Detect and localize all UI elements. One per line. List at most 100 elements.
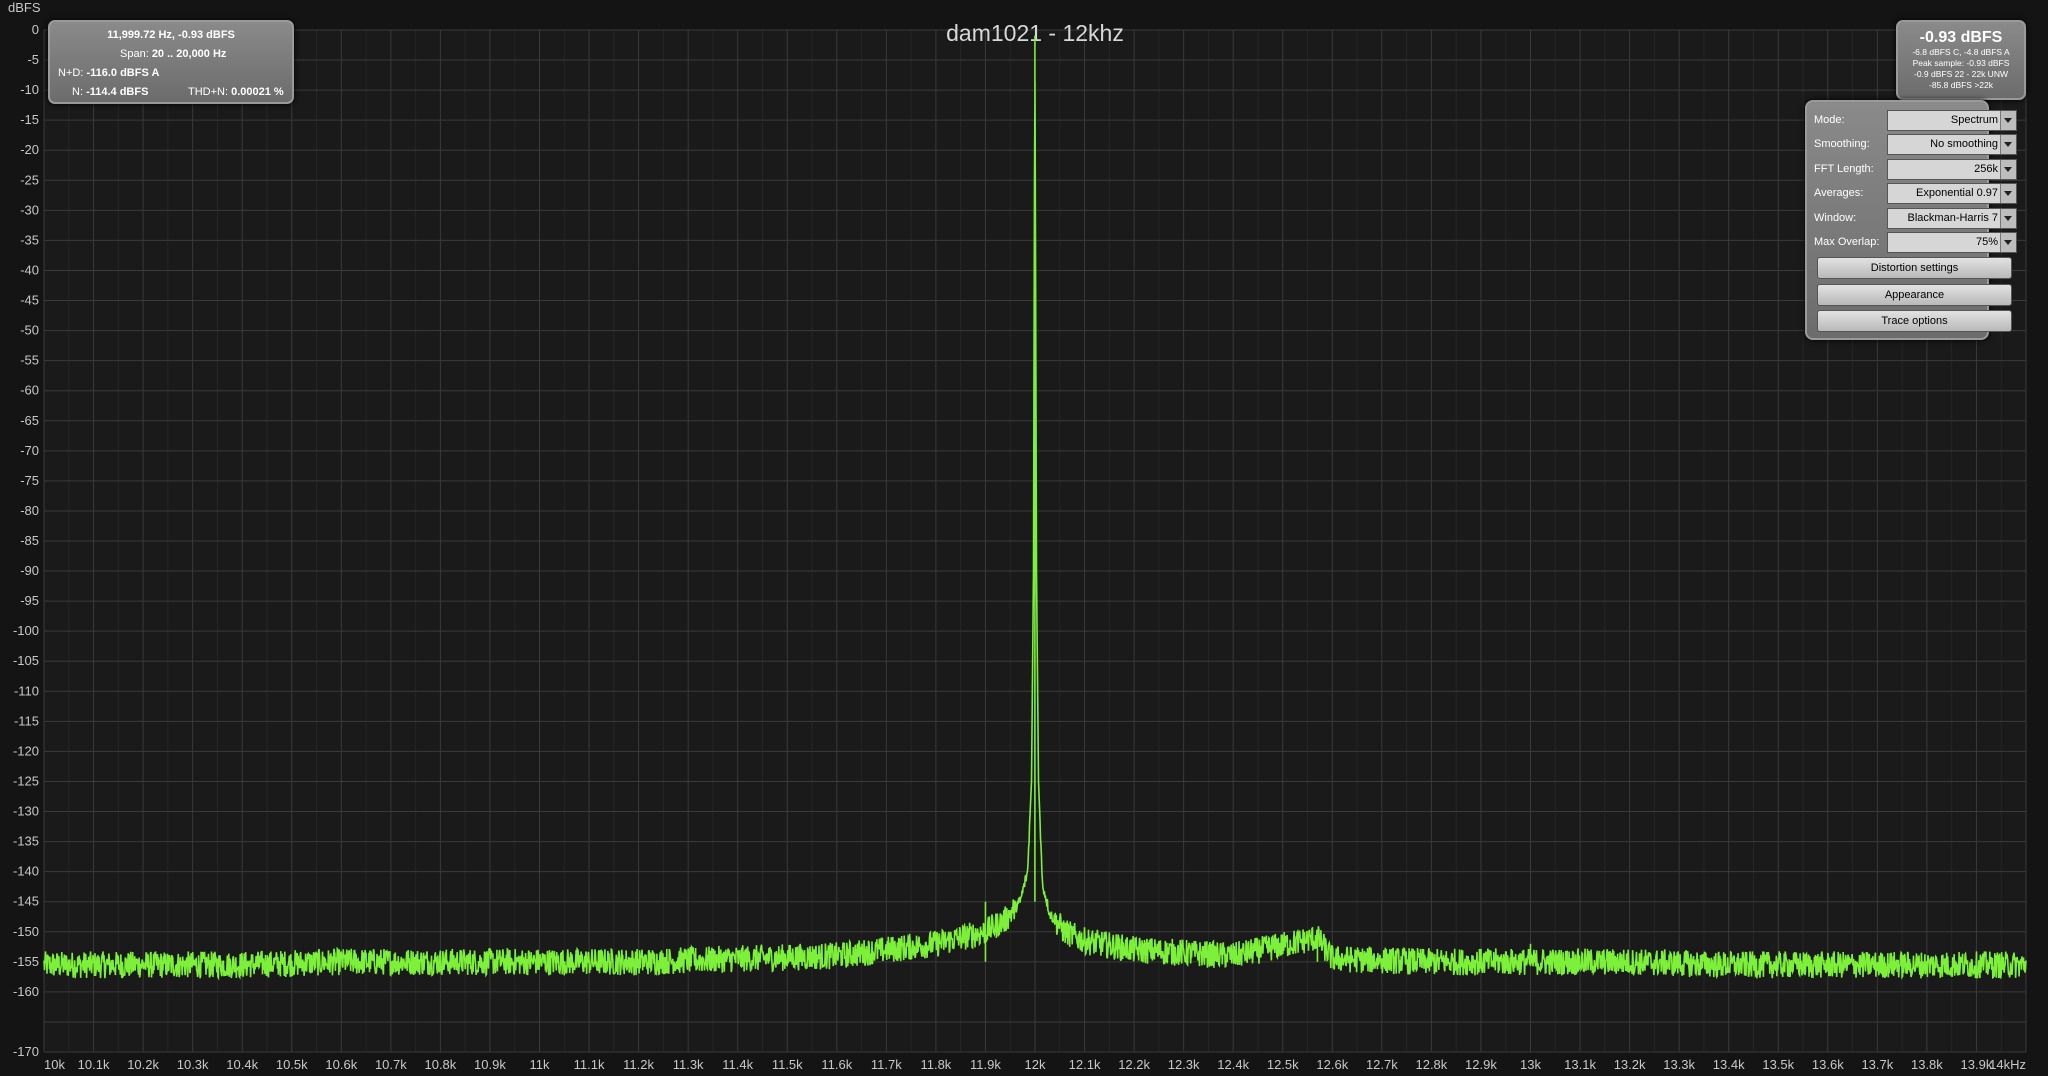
x-tick-label: 11.1k — [574, 1057, 605, 1072]
max-overlap-select[interactable]: 75% — [1887, 232, 2017, 253]
x-tick-label: 14kHz — [1989, 1057, 2026, 1072]
y-tick-label: -55 — [20, 353, 39, 368]
y-tick-label: -100 — [13, 623, 39, 638]
y-tick-label: -10 — [20, 82, 39, 97]
y-tick-label: -90 — [20, 563, 39, 578]
y-tick-label: -15 — [20, 112, 39, 127]
x-tick-label: 11.2k — [623, 1057, 654, 1072]
peak-level-box: -0.93 dBFS -6.8 dBFS C, -4.8 dBFS A Peak… — [1896, 20, 2026, 100]
x-tick-label: 13.6k — [1812, 1057, 1844, 1072]
y-tick-label: -145 — [13, 894, 39, 909]
cursor-readout: 11,999.72 Hz, -0.93 dBFS — [107, 29, 235, 41]
x-axis-ticks: 10k 10.1k 10.2k 10.3k 10.4k 10.5k 10.6k 10.7k 10… — [44, 1057, 2026, 1072]
y-tick-label: -160 — [13, 984, 39, 999]
nd-label: N+D: — [58, 67, 84, 79]
nd-value: -116.0 dBFS A — [86, 67, 160, 79]
x-tick-label: 13.4k — [1713, 1057, 1745, 1072]
x-tick-label: 10.2k — [127, 1057, 159, 1072]
x-tick-label: 10.5k — [276, 1057, 308, 1072]
y-tick-label: -65 — [20, 413, 39, 428]
x-tick-label: 12.3k — [1168, 1057, 1200, 1072]
x-tick-label: 11.6k — [821, 1057, 852, 1072]
distortion-settings-button[interactable]: Distortion settings — [1817, 257, 2012, 279]
x-tick-label: 13.3k — [1663, 1057, 1695, 1072]
unweighted-level: -0.9 dBFS 22 - 22k UNW — [1913, 69, 2008, 79]
x-tick-label: 13.2k — [1614, 1057, 1646, 1072]
averages-row: Averages: Exponential 0.97 — [1814, 183, 2017, 204]
weighted-levels: -6.8 dBFS C, -4.8 dBFS A — [1912, 47, 2010, 57]
y-tick-label: 0 — [32, 22, 39, 37]
mode-value: Spectrum — [1950, 114, 1998, 126]
x-tick-label: 11.7k — [871, 1057, 902, 1072]
appearance-button[interactable]: Appearance — [1817, 284, 2012, 306]
y-tick-label: -85 — [20, 533, 39, 548]
y-tick-label: -45 — [20, 293, 39, 308]
y-tick-label: -35 — [20, 232, 39, 247]
averages-label: Averages: — [1814, 187, 1864, 199]
chevron-down-icon[interactable] — [2000, 184, 2016, 203]
x-tick-label: 12.4k — [1217, 1057, 1249, 1072]
y-tick-label: -20 — [20, 142, 39, 157]
fft-length-select[interactable]: 256k — [1887, 159, 2017, 180]
spectrum-chart[interactable]: 0 -5 -10 -15 -20 -25 -30 -35 -40 -45 -50 -55 -60 -65 -… — [0, 0, 2048, 1076]
window-value: Blackman-Harris 7 — [1907, 212, 1998, 224]
smoothing-value: No smoothing — [1930, 138, 1998, 150]
x-tick-label: 12.1k — [1069, 1057, 1101, 1072]
chevron-down-icon[interactable] — [2000, 209, 2016, 228]
fft-length-label: FFT Length: — [1814, 163, 1874, 175]
x-tick-label: 12.5k — [1267, 1057, 1299, 1072]
x-tick-label: 12.8k — [1415, 1057, 1447, 1072]
window-row: Window: Blackman-Harris 7 — [1814, 208, 2017, 229]
max-overlap-value: 75% — [1975, 236, 1998, 248]
span-value: 20 .. 20,000 Hz — [151, 48, 227, 60]
y-tick-label: -135 — [13, 834, 39, 849]
mode-select[interactable]: Spectrum — [1887, 110, 2017, 131]
y-tick-label: -170 — [13, 1044, 39, 1059]
y-tick-label: -140 — [13, 864, 39, 879]
analyzer-settings-panel: Mode: Spectrum Smoothing: No smoothing F… — [1805, 100, 2017, 340]
y-tick-label: -80 — [20, 503, 39, 518]
max-overlap-row: Max Overlap: 75% — [1814, 232, 2017, 253]
averages-select[interactable]: Exponential 0.97 — [1887, 183, 2017, 204]
y-tick-label: -5 — [27, 52, 39, 67]
chevron-down-icon[interactable] — [2000, 111, 2016, 130]
mode-label: Mode: — [1814, 114, 1845, 126]
y-tick-label: -50 — [20, 323, 39, 338]
y-tick-label: -125 — [13, 773, 39, 788]
x-tick-label: 11.4k — [722, 1057, 753, 1072]
y-tick-label: -110 — [14, 683, 39, 698]
y-tick-label: -150 — [13, 924, 39, 939]
y-tick-label: -155 — [13, 954, 39, 969]
window-select[interactable]: Blackman-Harris 7 — [1887, 208, 2017, 229]
chevron-down-icon[interactable] — [2000, 233, 2016, 252]
peak-sample: Peak sample: -0.93 dBFS — [1912, 58, 2010, 68]
x-tick-label: 13.1k — [1564, 1057, 1596, 1072]
x-tick-label: 12.2k — [1118, 1057, 1150, 1072]
x-tick-label: 13.8k — [1911, 1057, 1943, 1072]
smoothing-select[interactable]: No smoothing — [1887, 134, 2017, 155]
thdn-value: 0.00021 % — [231, 86, 284, 98]
x-tick-label: 10.6k — [325, 1057, 357, 1072]
trace-options-button[interactable]: Trace options — [1817, 310, 2012, 332]
max-overlap-label: Max Overlap: — [1814, 236, 1880, 248]
x-tick-label: 11.8k — [920, 1057, 951, 1072]
y-tick-label: -25 — [20, 172, 39, 187]
x-tick-label: 13.5k — [1762, 1057, 1794, 1072]
y-tick-label: -75 — [20, 473, 39, 488]
chevron-down-icon[interactable] — [2000, 160, 2016, 179]
x-tick-label: 13.9k — [1961, 1057, 1993, 1072]
x-tick-label: 11.3k — [673, 1057, 704, 1072]
y-tick-label: -30 — [20, 202, 39, 217]
fft-length-value: 256k — [1974, 163, 1998, 175]
x-tick-label: 10.9k — [474, 1057, 506, 1072]
thdn-label: THD+N: — [188, 86, 229, 98]
x-tick-label: 13.7k — [1861, 1057, 1893, 1072]
chevron-down-icon[interactable] — [2000, 135, 2016, 154]
y-tick-label: -105 — [13, 653, 39, 668]
x-tick-label: 10.4k — [226, 1057, 258, 1072]
x-tick-label: 11.9k — [970, 1057, 1001, 1072]
y-tick-label: -130 — [13, 804, 39, 819]
x-tick-label: 10.1k — [78, 1057, 110, 1072]
x-tick-label: 10.8k — [424, 1057, 456, 1072]
measurement-info-box: 11,999.72 Hz, -0.93 dBFS Span: 20 .. 20,… — [48, 20, 294, 104]
